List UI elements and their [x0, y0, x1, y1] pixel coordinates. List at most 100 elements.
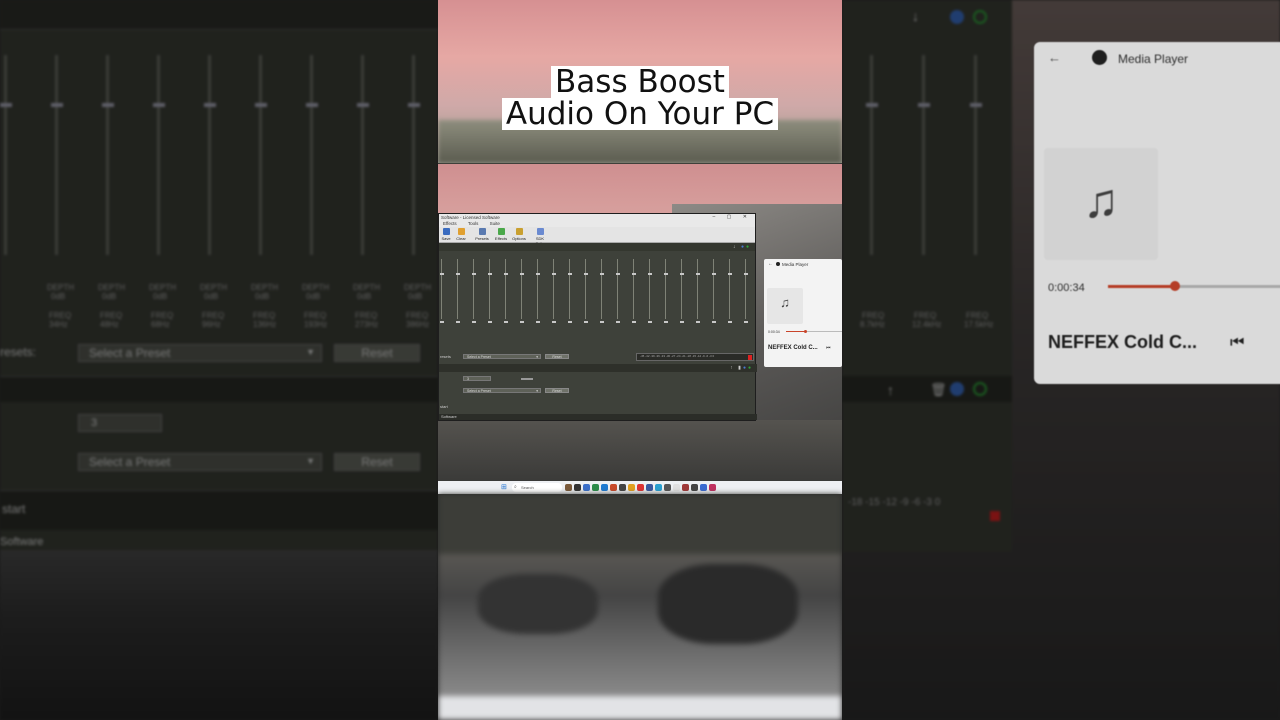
power-icon[interactable]: [973, 382, 987, 396]
back-arrow-icon[interactable]: ←: [1048, 50, 1061, 65]
taskbar-app-icon[interactable]: [574, 484, 581, 491]
eq-slider-handle[interactable]: [255, 103, 267, 107]
taskbar-app-icon[interactable]: [700, 484, 707, 491]
taskbar-app-icon[interactable]: [691, 484, 698, 491]
eq-slider-handle[interactable]: [695, 321, 700, 323]
reset-button-2[interactable]: Reset: [334, 453, 420, 471]
clear-button[interactable]: Clear: [454, 228, 468, 241]
taskbar-app-icon[interactable]: [655, 484, 662, 491]
eq-slider-handle[interactable]: [551, 273, 556, 275]
eq-slider-handle[interactable]: [153, 103, 165, 107]
seek-bar[interactable]: [786, 330, 842, 333]
eq-slider-handle[interactable]: [471, 273, 476, 275]
eq-slider-handle[interactable]: [663, 273, 668, 275]
eq-slider-handle[interactable]: [599, 321, 604, 323]
eq-slider-handle[interactable]: [866, 103, 878, 107]
taskbar-app-icon[interactable]: [583, 484, 590, 491]
eq-slider-handle[interactable]: [583, 321, 588, 323]
eq-slider-handle[interactable]: [487, 321, 492, 323]
eq-slider-handle[interactable]: [487, 273, 492, 275]
eq-slider-handle[interactable]: [503, 321, 508, 323]
channel-field[interactable]: 3: [78, 414, 162, 432]
taskbar-app-icon[interactable]: [592, 484, 599, 491]
effects-button[interactable]: Effects: [494, 228, 508, 241]
trash-icon[interactable]: 🗑: [930, 382, 947, 398]
channel-field[interactable]: 3: [463, 376, 491, 381]
eq-slider-handle[interactable]: [535, 273, 540, 275]
eq-slider-handle[interactable]: [647, 273, 652, 275]
eq-slider-handle[interactable]: [471, 321, 476, 323]
section-2-icons[interactable]: ↑ ▮●●: [730, 365, 753, 371]
taskbar-app-icon[interactable]: [610, 484, 617, 491]
taskbar-app-icon[interactable]: [709, 484, 716, 491]
eq-slider-handle[interactable]: [631, 273, 636, 275]
eq-slider-handle[interactable]: [679, 273, 684, 275]
taskbar-app-icon[interactable]: [619, 484, 626, 491]
menu-tools[interactable]: Tools: [468, 221, 479, 226]
eq-slider-handle[interactable]: [503, 273, 508, 275]
eq-slider-handle[interactable]: [583, 273, 588, 275]
eq-slider-handle[interactable]: [695, 273, 700, 275]
taskbar-app-icon[interactable]: [646, 484, 653, 491]
eq-slider-handle[interactable]: [918, 103, 930, 107]
taskbar-app-icon[interactable]: [628, 484, 635, 491]
taskbar-app-icon[interactable]: [601, 484, 608, 491]
eq-slider-handle[interactable]: [357, 103, 369, 107]
eq-slider-handle[interactable]: [455, 273, 460, 275]
menu-effects[interactable]: Effects: [443, 221, 457, 226]
taskbar-app-icon[interactable]: [682, 484, 689, 491]
section-icons[interactable]: ↓ ●●: [733, 244, 751, 250]
mini-slider[interactable]: [521, 378, 533, 380]
eq-slider-handle[interactable]: [408, 103, 420, 107]
taskbar-search[interactable]: ⌕ Search: [512, 483, 562, 492]
preset-select[interactable]: Select a Preset ▾: [463, 354, 541, 359]
previous-track-icon[interactable]: ⏮: [1230, 334, 1244, 352]
reset-button[interactable]: Reset: [545, 354, 569, 359]
taskbar-app-icon[interactable]: [637, 484, 644, 491]
taskbar-app-icon[interactable]: [664, 484, 671, 491]
eq-slider-handle[interactable]: [102, 103, 114, 107]
eq-slider-handle[interactable]: [631, 321, 636, 323]
eq-slider-handle[interactable]: [551, 321, 556, 323]
down-arrow-icon[interactable]: ↓: [912, 8, 919, 24]
options-button[interactable]: Options: [512, 228, 526, 241]
eq-slider-handle[interactable]: [679, 321, 684, 323]
eq-slider-handle[interactable]: [204, 103, 216, 107]
eq-slider-handle[interactable]: [727, 321, 732, 323]
eq-slider-handle[interactable]: [663, 321, 668, 323]
seek-bar[interactable]: [1108, 281, 1280, 291]
preset-select-2[interactable]: Select a Preset ▼: [78, 453, 322, 471]
eq-slider-handle[interactable]: [439, 273, 444, 275]
eq-slider-handle[interactable]: [711, 321, 716, 323]
eq-slider-handle[interactable]: [743, 321, 748, 323]
seek-bar-handle[interactable]: [804, 330, 808, 333]
eq-slider-handle[interactable]: [599, 273, 604, 275]
presets-button[interactable]: Presets: [475, 228, 489, 241]
eq-slider-handle[interactable]: [0, 103, 12, 107]
eq-slider-handle[interactable]: [711, 273, 716, 275]
reset-button-2[interactable]: Reset: [545, 388, 569, 393]
back-arrow-icon[interactable]: ←: [768, 261, 773, 267]
seek-bar-handle[interactable]: [1169, 281, 1180, 291]
save-button[interactable]: Save: [439, 228, 453, 241]
up-arrow-icon[interactable]: ↑: [887, 382, 894, 398]
taskbar-app-icon[interactable]: [673, 484, 680, 491]
help-icon[interactable]: [950, 10, 964, 24]
eq-slider-handle[interactable]: [306, 103, 318, 107]
eq-slider-handle[interactable]: [970, 103, 982, 107]
eq-slider-handle[interactable]: [567, 321, 572, 323]
window-controls[interactable]: – ▢ ✕: [713, 214, 752, 220]
eq-slider-handle[interactable]: [51, 103, 63, 107]
reset-button[interactable]: Reset: [334, 344, 420, 362]
preset-select-2[interactable]: Select a Preset ▾: [463, 388, 541, 393]
menu-suite[interactable]: Suite: [490, 221, 500, 226]
eq-slider-handle[interactable]: [519, 321, 524, 323]
taskbar-app-icon[interactable]: [565, 484, 572, 491]
eq-slider-handle[interactable]: [567, 273, 572, 275]
eq-slider-handle[interactable]: [615, 273, 620, 275]
preset-select[interactable]: Select a Preset ▼: [78, 344, 322, 362]
eq-slider-handle[interactable]: [727, 273, 732, 275]
eq-slider-handle[interactable]: [615, 321, 620, 323]
eq-slider-handle[interactable]: [647, 321, 652, 323]
eq-slider-handle[interactable]: [535, 321, 540, 323]
